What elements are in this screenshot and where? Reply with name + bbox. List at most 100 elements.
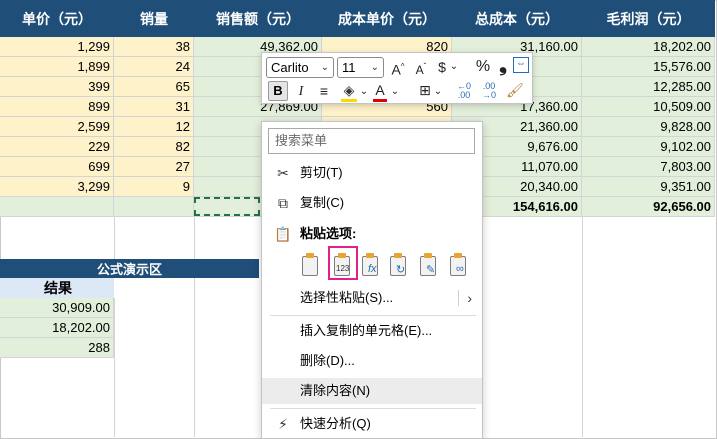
paste-values-highlight xyxy=(328,246,358,280)
menu-search-input[interactable]: 搜索菜单 xyxy=(268,128,475,154)
italic-button[interactable]: I xyxy=(294,83,308,101)
font-name-value: Carlito xyxy=(271,60,309,75)
col-header-quantity[interactable]: 销量 xyxy=(114,0,194,37)
divider xyxy=(270,408,476,409)
result-cell[interactable]: 18,202.00 xyxy=(0,318,114,338)
chevron-down-icon[interactable]: ⌄ xyxy=(449,58,459,76)
col-header-unit-price[interactable]: 单价（元） xyxy=(0,0,114,37)
result-cell[interactable]: 288 xyxy=(0,338,114,358)
col-header-total-cost[interactable]: 总成本（元） xyxy=(452,0,582,37)
result-header[interactable]: 结果 xyxy=(0,278,114,298)
chevron-down-icon: ⌄ xyxy=(320,62,329,73)
gridline xyxy=(114,217,115,259)
unit-price-cell[interactable]: 1,299 xyxy=(0,37,114,57)
total-empty-cell[interactable] xyxy=(0,197,114,217)
gross-profit-cell[interactable]: 15,576.00 xyxy=(582,57,715,77)
comma-style-icon[interactable]: ❟ xyxy=(497,55,509,75)
format-painter-icon[interactable]: 🖌 xyxy=(506,81,524,99)
paste-formatting-icon[interactable]: ✎ xyxy=(418,253,442,281)
chevron-down-icon[interactable]: ⌄ xyxy=(390,83,400,101)
percent-format-icon[interactable]: % xyxy=(475,58,491,76)
grow-font-icon[interactable]: A^ xyxy=(389,58,407,79)
quantity-cell[interactable]: 82 xyxy=(114,137,194,157)
gross-profit-cell[interactable]: 10,509.00 xyxy=(582,97,715,117)
quantity-cell[interactable]: 27 xyxy=(114,157,194,177)
unit-price-cell[interactable]: 2,599 xyxy=(0,117,114,137)
gridline xyxy=(194,217,195,259)
paste-transpose-icon[interactable]: ↻ xyxy=(388,253,412,281)
font-color-icon[interactable]: A xyxy=(372,81,388,102)
mini-format-toolbar: Carlito ⌄ 11 ⌄ A^ Aˇ $ ⌄ % ❟ ⇔ B I ≡ ◈ ⌄… xyxy=(261,52,533,104)
menu-item-label: 粘贴选项: xyxy=(300,226,357,241)
chevron-down-icon[interactable]: ⌄ xyxy=(359,83,369,101)
menu-item-label: 删除(D)... xyxy=(300,353,355,368)
font-color-letter: A xyxy=(375,82,385,98)
formula-demo-section-title[interactable]: 公式演示区 xyxy=(0,259,259,278)
borders-icon[interactable]: ⊞ xyxy=(417,81,433,99)
unit-price-cell[interactable]: 699 xyxy=(0,157,114,177)
quick-analysis-icon: ⚡ xyxy=(278,416,288,432)
menu-item-copy[interactable]: ⧉ 复制(C) xyxy=(262,190,482,216)
bold-button[interactable]: B xyxy=(268,81,288,101)
paste-options-heading: 📋 粘贴选项: xyxy=(262,221,482,247)
chevron-right-icon[interactable]: › xyxy=(467,285,472,311)
quantity-cell[interactable]: 9 xyxy=(114,177,194,197)
paste-formulas-icon[interactable]: fx xyxy=(360,253,384,281)
paste-icon[interactable] xyxy=(300,253,324,281)
copy-marquee-selection xyxy=(194,197,260,216)
menu-item-label: 快速分析(Q) xyxy=(300,416,371,431)
increase-decimal-icon[interactable]: ←0.00 xyxy=(455,82,473,100)
quantity-cell[interactable]: 24 xyxy=(114,57,194,77)
gross-profit-cell[interactable]: 12,285.00 xyxy=(582,77,715,97)
unit-price-cell[interactable]: 399 xyxy=(0,77,114,97)
total-profit-sum-cell[interactable]: 92,656.00 xyxy=(582,197,715,217)
unit-price-cell[interactable]: 899 xyxy=(0,97,114,117)
menu-item-delete[interactable]: 删除(D)... xyxy=(262,348,482,374)
gross-profit-cell[interactable]: 18,202.00 xyxy=(582,37,715,57)
menu-item-clear-contents[interactable]: 清除内容(N) xyxy=(262,378,482,404)
shrink-font-label: A xyxy=(415,63,424,77)
chevron-down-icon[interactable]: ⌄ xyxy=(433,83,443,101)
menu-item-cut[interactable]: ✂ 剪切(T) xyxy=(262,160,482,186)
menu-item-label: 剪切(T) xyxy=(300,165,343,180)
result-cell[interactable]: 30,909.00 xyxy=(0,298,114,318)
unit-price-cell[interactable]: 1,899 xyxy=(0,57,114,77)
quantity-cell[interactable]: 31 xyxy=(114,97,194,117)
paste-formulas-label: fx xyxy=(368,263,377,275)
chevron-down-icon: ⌄ xyxy=(370,62,379,73)
quantity-cell[interactable]: 65 xyxy=(114,77,194,97)
gross-profit-cell[interactable]: 9,828.00 xyxy=(582,117,715,137)
context-menu: 搜索菜单 ✂ 剪切(T) ⧉ 复制(C) 📋 粘贴选项: 123 fx ↻ ✎ … xyxy=(261,121,483,439)
decrease-decimal-icon[interactable]: .00 →0 xyxy=(480,82,498,100)
merge-center-icon[interactable]: ⇔ xyxy=(513,57,529,73)
font-size-value: 11 xyxy=(342,60,356,75)
gross-profit-cell[interactable]: 7,803.00 xyxy=(582,157,715,177)
gross-profit-cell[interactable]: 9,102.00 xyxy=(582,137,715,157)
gridline xyxy=(582,217,583,437)
quantity-cell[interactable]: 38 xyxy=(114,37,194,57)
col-header-cost-price[interactable]: 成本单价（元） xyxy=(322,0,452,37)
quantity-cell[interactable]: 12 xyxy=(114,117,194,137)
font-name-select[interactable]: Carlito ⌄ xyxy=(266,57,334,78)
gross-profit-cell[interactable]: 9,351.00 xyxy=(582,177,715,197)
menu-item-insert-copied-cells[interactable]: 插入复制的单元格(E)... xyxy=(262,318,482,344)
col-header-gross-profit[interactable]: 毛利润（元） xyxy=(582,0,715,37)
shrink-font-icon[interactable]: Aˇ xyxy=(412,58,430,79)
divider xyxy=(270,315,476,316)
menu-item-quick-analysis[interactable]: ⚡ 快速分析(Q) xyxy=(262,411,482,437)
unit-price-cell[interactable]: 3,299 xyxy=(0,177,114,197)
menu-item-label: 复制(C) xyxy=(300,195,345,210)
col-header-sales[interactable]: 销售额（元） xyxy=(194,0,322,37)
scissors-icon: ✂ xyxy=(277,165,289,181)
divider xyxy=(458,290,459,306)
menu-item-paste-special[interactable]: 选择性粘贴(S)... › xyxy=(262,285,482,311)
menu-item-label: 插入复制的单元格(E)... xyxy=(300,323,433,338)
total-empty-cell[interactable] xyxy=(114,197,194,217)
currency-format-icon[interactable]: $ xyxy=(435,58,449,76)
font-size-select[interactable]: 11 ⌄ xyxy=(337,57,384,78)
fill-color-icon[interactable]: ◈ xyxy=(340,81,358,102)
gridline xyxy=(194,278,195,437)
paste-link-icon[interactable]: ∞ xyxy=(448,253,472,281)
align-center-icon[interactable]: ≡ xyxy=(316,82,332,100)
unit-price-cell[interactable]: 229 xyxy=(0,137,114,157)
